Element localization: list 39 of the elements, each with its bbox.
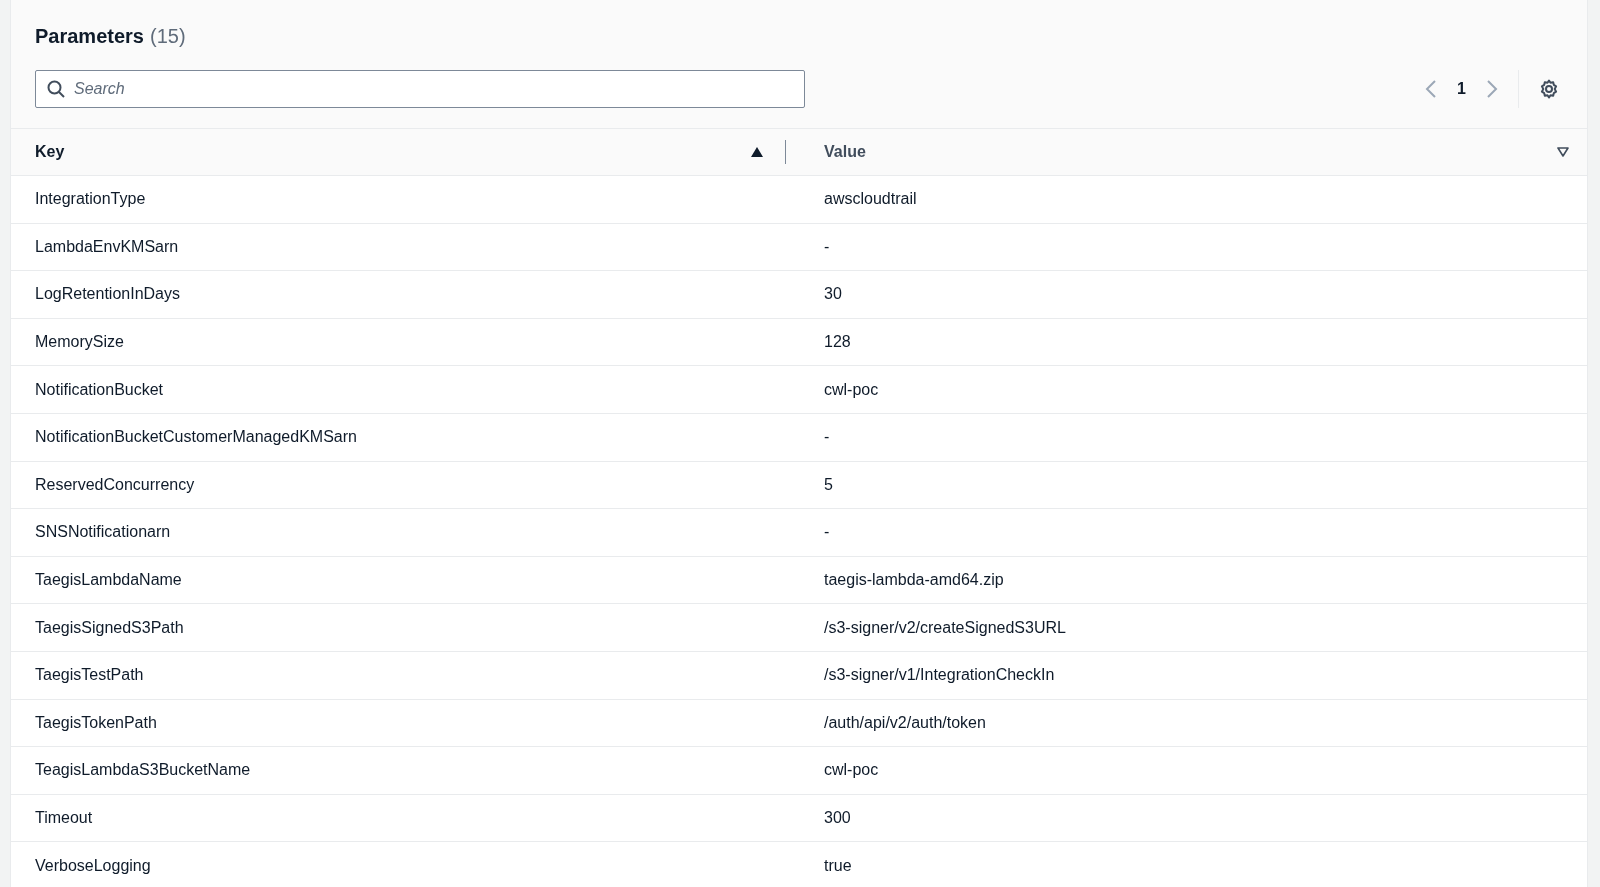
- parameter-value: 30: [824, 285, 842, 303]
- parameter-value: -: [824, 237, 830, 255]
- parameter-value: /s3-signer/v1/IntegrationCheckIn: [824, 666, 1055, 684]
- parameter-key: IntegrationType: [35, 190, 146, 208]
- parameter-value: 5: [824, 475, 833, 493]
- parameter-key: TaegisTokenPath: [35, 713, 157, 731]
- parameter-key: VerboseLogging: [35, 856, 151, 874]
- parameter-value: awscloudtrail: [824, 190, 917, 208]
- column-header[interactable]: Key: [35, 143, 743, 161]
- parameter-value: taegis-lambda-amd64.zip: [824, 571, 1004, 589]
- parameter-value: /auth/api/v2/auth/token: [824, 713, 986, 731]
- parameter-key: LogRetentionInDays: [35, 285, 180, 303]
- search-field[interactable]: Search: [35, 70, 805, 108]
- parameter-value: -: [824, 428, 830, 446]
- parameter-key: NotificationBucketCustomerManagedKMSarn: [35, 428, 357, 446]
- parameter-count: (15): [149, 25, 186, 48]
- settings-icon[interactable]: [1539, 79, 1559, 99]
- parameter-key: LambdaEnvKMSarn: [35, 237, 179, 255]
- panel-title: Parameters: [35, 25, 144, 48]
- column-header[interactable]: Value: [824, 143, 1549, 161]
- parameter-value: cwl-poc: [824, 380, 879, 398]
- page-number[interactable]: 1: [1457, 80, 1466, 98]
- parameter-key: TaegisSignedS3Path: [35, 618, 184, 636]
- parameter-value: true: [824, 856, 852, 874]
- sort-icon[interactable]: [1557, 147, 1569, 157]
- parameter-key: SNSNotificationarn: [35, 523, 171, 541]
- parameter-value: /s3-signer/v2/createSignedS3URL: [824, 618, 1066, 636]
- parameter-value: 128: [824, 333, 851, 351]
- parameter-value: cwl-poc: [824, 761, 879, 779]
- sort-ascending-icon[interactable]: [751, 147, 763, 157]
- parameter-key: TaegisTestPath: [35, 666, 144, 684]
- parameter-key: Timeout: [35, 809, 93, 826]
- parameter-key: MemorySize: [35, 333, 124, 351]
- parameter-key: TaegisLambdaName: [35, 571, 182, 589]
- parameter-value: 300: [824, 809, 851, 826]
- parameter-value: -: [824, 523, 830, 541]
- parameter-key: ReservedConcurrency: [35, 475, 195, 493]
- parameter-key: NotificationBucket: [35, 380, 164, 398]
- parameter-key: TeagisLambdaS3BucketName: [35, 761, 251, 779]
